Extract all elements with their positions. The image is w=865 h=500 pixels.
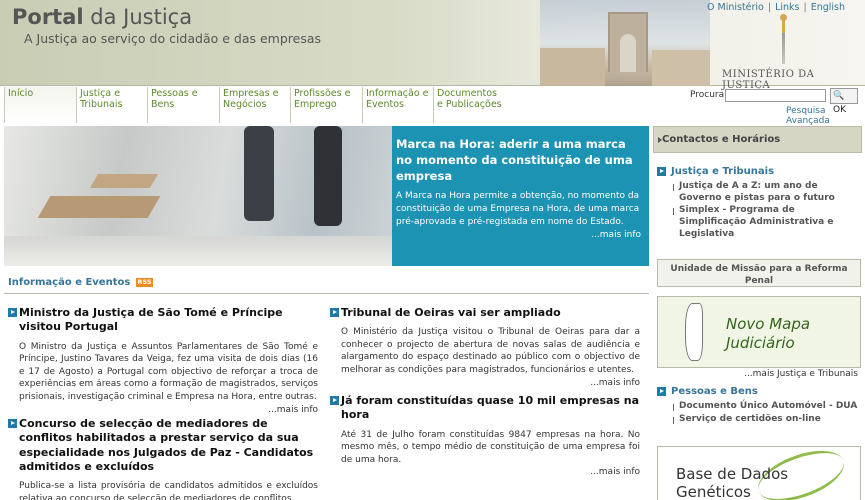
top-links: O Ministério | Links | English xyxy=(707,2,845,13)
search-button[interactable]: 🔍OK xyxy=(830,88,858,115)
arrow-right-icon xyxy=(658,137,662,143)
news-item: Ministro da Justiça de São Tomé e Prínci… xyxy=(8,306,318,416)
main-nav: Início Justiça e Tribunais Pessoas e Ben… xyxy=(4,87,649,123)
bullet-arrow-icon xyxy=(8,419,17,428)
bullet-arrow-icon xyxy=(330,308,339,317)
link-english[interactable]: English xyxy=(811,2,845,13)
justica-section: Justiça e Tribunais Justiça de A a Z: um… xyxy=(657,166,861,240)
news-text: Publica-se a lista provisória de candida… xyxy=(19,481,318,500)
nav-item-informacao-eventos[interactable]: Informação e Eventos xyxy=(362,87,433,123)
base-dados-geneticos-banner[interactable]: Base de Dados Genéticos xyxy=(657,446,861,500)
news-text: O Ministro da Justiça e Assuntos Parlame… xyxy=(19,341,318,402)
site-logo-title[interactable]: Portal da Justiça xyxy=(12,5,192,29)
link-links[interactable]: Links xyxy=(775,2,799,13)
reforma-penal-banner[interactable]: Unidade de Missão para a Reforma Penal xyxy=(657,259,861,287)
news-section-title[interactable]: Informação e Eventos xyxy=(8,277,130,288)
news-more-link[interactable]: ...mais info xyxy=(330,466,640,479)
contacts-button[interactable]: Contactos e Horários xyxy=(653,126,862,153)
mapa-judiciario-banner[interactable]: Novo Mapa Judiciário xyxy=(657,296,861,368)
news-title[interactable]: Concurso de selecção de mediadores de co… xyxy=(8,417,318,474)
banner-title[interactable]: Marca na Hora: aderir a uma marca no mom… xyxy=(396,136,641,184)
bullet-arrow-icon xyxy=(330,396,339,405)
nav-item-profissoes-emprego[interactable]: Profissões e Emprego xyxy=(290,87,362,123)
bdg-title: Base de Dados Genéticos xyxy=(676,465,789,500)
news-item: Tribunal de Oeiras vai ser ampliado O Mi… xyxy=(330,306,640,389)
header-photo xyxy=(540,0,710,86)
nav-item-pessoas-bens[interactable]: Pessoas e Bens xyxy=(147,87,219,123)
sidebar-link-certidoes[interactable]: Serviço de certidões on-line xyxy=(657,414,861,426)
banner-description: A Marca na Hora permite a obtenção, no m… xyxy=(396,191,640,228)
sidebar-link-justica-a-z[interactable]: Justiça de A a Z: um ano de Governo e pi… xyxy=(657,181,861,204)
news-more-link[interactable]: ...mais info xyxy=(8,404,318,417)
news-more-link[interactable]: ...mais info xyxy=(330,377,640,390)
mais-justica-link[interactable]: ...mais Justiça e Tribunais xyxy=(653,369,858,379)
ministry-emblem-icon xyxy=(780,14,787,64)
search-icon: 🔍 xyxy=(833,91,845,101)
site-tagline: A Justiça ao serviço do cidadão e das em… xyxy=(24,31,322,46)
nav-item-empresas-negocios[interactable]: Empresas e Negócios xyxy=(219,87,290,123)
nav-item-documentos-publicacoes[interactable]: Documentos e Publicações xyxy=(433,87,505,123)
news-text: O Ministério da Justiça visitou o Tribun… xyxy=(341,327,640,376)
sidebar-link-simplex[interactable]: Simplex - Programa de Simplificação Admi… xyxy=(657,205,861,240)
banner-image xyxy=(4,126,392,266)
mapa-judiciario-title: Novo Mapa Judiciário xyxy=(726,315,811,352)
link-o-ministerio[interactable]: O Ministério xyxy=(707,2,764,13)
nav-item-inicio[interactable]: Início xyxy=(4,87,76,123)
featured-banner: Marca na Hora: aderir a uma marca no mom… xyxy=(4,126,649,266)
advanced-search-link[interactable]: Pesquisa Avançada xyxy=(786,106,863,126)
portugal-map-icon xyxy=(685,303,703,361)
news-text: Até 31 de Julho foram constituídas 9847 … xyxy=(341,429,640,465)
news-title[interactable]: Tribunal de Oeiras vai ser ampliado xyxy=(330,306,640,320)
justica-section-title[interactable]: Justiça e Tribunais xyxy=(657,166,861,177)
search-area: Procura 🔍OK Pesquisa Avançada xyxy=(650,87,863,126)
news-item: Concurso de selecção de mediadores de co… xyxy=(8,417,318,500)
search-input[interactable] xyxy=(725,89,826,102)
pessoas-section: Pessoas e Bens Documento Único Automóvel… xyxy=(657,386,861,425)
bullet-arrow-icon xyxy=(657,167,666,176)
rss-icon[interactable]: RSS xyxy=(136,278,153,287)
pessoas-section-title[interactable]: Pessoas e Bens xyxy=(657,386,861,397)
news-section-header: Informação e Eventos RSS xyxy=(4,270,649,294)
bullet-arrow-icon xyxy=(657,387,666,396)
news-title[interactable]: Já foram constituídas quase 10 mil empre… xyxy=(330,394,640,423)
sidebar-link-dua[interactable]: Documento Único Automóvel - DUA xyxy=(657,401,861,413)
news-item: Já foram constituídas quase 10 mil empre… xyxy=(330,394,640,479)
site-header: Portal da Justiça A Justiça ao serviço d… xyxy=(0,0,865,91)
nav-item-justica-tribunais[interactable]: Justiça e Tribunais xyxy=(76,87,147,123)
right-sidebar: Contactos e Horários Justiça e Tribunais… xyxy=(653,126,862,500)
banner-more-link[interactable]: ...mais info xyxy=(396,230,641,240)
banner-text-panel: Marca na Hora: aderir a uma marca no mom… xyxy=(392,126,649,266)
bullet-arrow-icon xyxy=(8,308,17,317)
news-title[interactable]: Ministro da Justiça de São Tomé e Prínci… xyxy=(8,306,318,335)
search-label: Procura xyxy=(690,90,725,100)
